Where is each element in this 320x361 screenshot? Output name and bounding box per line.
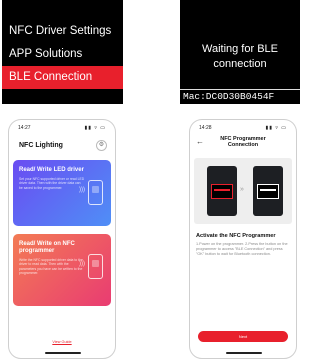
status-bar: 14:27 ▮▮ ▿ ▭ <box>9 120 115 132</box>
card-description: Set your NFC supported driver or read LE… <box>19 177 85 190</box>
gear-icon[interactable]: ⚙ <box>96 140 107 151</box>
card-read-write-led-driver[interactable]: Read/ Write LED driver Set your NFC supp… <box>13 160 111 226</box>
page-title: NFC Programmer Connection <box>220 136 266 148</box>
status-icons: ▮▮ ▿ ▭ <box>265 124 287 131</box>
menu-item-ble-connection[interactable]: BLE Connection <box>2 66 123 89</box>
card-read-write-nfc-programmer[interactable]: Read/ Write on NFC programmer Write the … <box>13 234 111 306</box>
device-screen-menu <box>211 184 233 199</box>
nav-bar: ← NFC Programmer Connection <box>190 132 296 152</box>
menu-item-nfc-driver-settings[interactable]: NFC Driver Settings <box>2 20 123 43</box>
double-arrow-icon: » <box>240 186 244 193</box>
status-icons: ▮▮ ▿ ▭ <box>84 124 106 131</box>
mac-address: Mac:DC0D30B0454F <box>180 89 300 104</box>
view-guide-link[interactable]: View Guide <box>9 340 115 344</box>
nfc-wave-icon: ))) <box>79 261 85 267</box>
back-arrow-icon[interactable]: ← <box>196 138 206 146</box>
status-time: 14:28 <box>199 124 212 131</box>
next-button[interactable]: Next <box>198 331 288 342</box>
status-time: 14:27 <box>18 124 31 131</box>
status-bar: 14:28 ▮▮ ▿ ▭ <box>190 120 296 132</box>
device-menu-screen: NFC Driver Settings APP Solutions BLE Co… <box>2 0 123 104</box>
card-title: Read/ Write LED driver <box>19 167 84 173</box>
app-title: NFC Lighting <box>19 142 63 149</box>
ble-wait-message: Waiting for BLE connection <box>201 43 278 70</box>
activate-title: Activate the NFC Programmer <box>196 233 276 239</box>
home-indicator <box>45 352 81 354</box>
device-ble-wait-screen: Waiting for BLE connection Mac:DC0D30B04… <box>180 0 300 104</box>
led-driver-icon <box>88 180 103 205</box>
activate-instructions: 1.Power on the programmer. 2.Press the b… <box>196 242 288 256</box>
menu-item-app-solutions[interactable]: APP Solutions <box>2 43 123 66</box>
phone-connection-screen: 14:28 ▮▮ ▿ ▭ ← NFC Programmer Connection… <box>189 119 297 359</box>
programmer-device-icon <box>253 166 283 216</box>
card-description: Write the NFC supported driver data to t… <box>19 258 83 276</box>
home-indicator <box>226 352 262 354</box>
nfc-programmer-icon <box>88 254 103 279</box>
nfc-wave-icon: ))) <box>79 187 85 193</box>
card-title: Read/ Write on NFC programmer <box>19 241 75 254</box>
programmer-device-icon <box>207 166 237 216</box>
device-screen-waiting <box>257 184 279 199</box>
app-header: NFC Lighting ⚙ <box>9 132 115 157</box>
phone-home-screen: 14:27 ▮▮ ▿ ▭ NFC Lighting ⚙ Read/ Write … <box>8 119 116 359</box>
programmer-illustration: » <box>194 158 292 224</box>
